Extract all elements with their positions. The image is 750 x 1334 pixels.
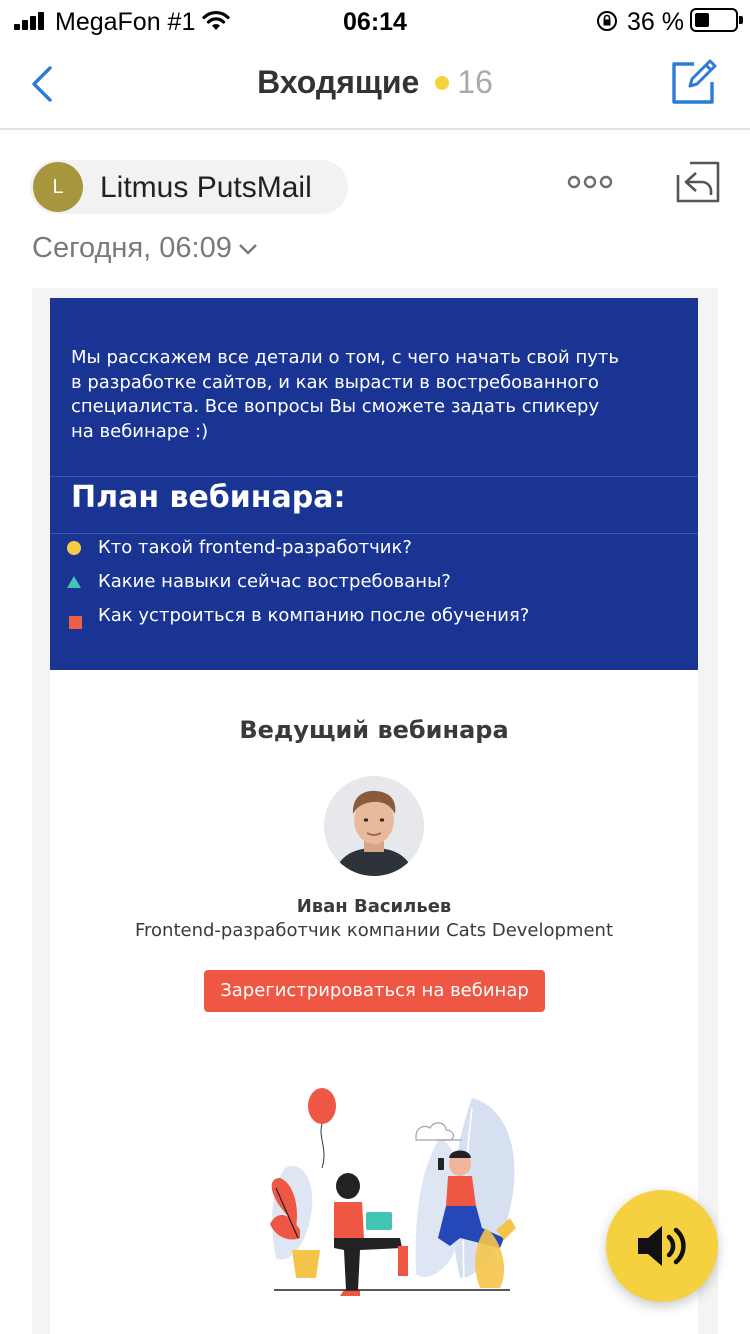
host-photo <box>324 776 424 876</box>
message-date[interactable]: Сегодня, 06:09 <box>32 232 258 265</box>
intro-line: специалиста. Все вопросы Вы сможете зада… <box>71 396 600 417</box>
teal-triangle-icon <box>67 576 81 588</box>
battery-icon <box>690 8 743 32</box>
red-square-icon <box>69 616 82 629</box>
sender-chip[interactable]: L Litmus PutsMail <box>30 160 348 214</box>
audio-button[interactable] <box>606 1190 718 1302</box>
sender-name: Litmus PutsMail <box>100 171 312 204</box>
plan-item-text: Какие навыки сейчас востребованы? <box>98 571 451 592</box>
list-item: Как устроиться в компанию после обучения… <box>67 604 687 638</box>
reply-icon[interactable] <box>674 157 722 205</box>
plan-title: План вебинара: <box>71 480 346 515</box>
plan-list: Кто такой frontend-разработчик? Какие на… <box>67 536 687 638</box>
yellow-circle-icon <box>67 541 81 555</box>
compose-icon[interactable] <box>670 58 718 106</box>
avatar: L <box>33 162 83 212</box>
divider <box>50 533 698 534</box>
intro-line: Мы расскажем все детали о том, с чего на… <box>71 347 619 368</box>
register-button[interactable]: Зарегистрироваться на вебинар <box>204 970 545 1012</box>
intro-text: Мы расскажем все детали о том, с чего на… <box>71 346 641 444</box>
unread-count: 16 <box>457 64 493 100</box>
rotation-lock-icon <box>597 11 617 31</box>
plan-item-text: Как устроиться в компанию после обучения… <box>98 605 530 626</box>
list-item: Кто такой frontend-разработчик? <box>67 536 687 570</box>
plan-item-text: Кто такой frontend-разработчик? <box>98 537 412 558</box>
webinar-info-block: Мы расскажем все детали о том, с чего на… <box>50 298 698 670</box>
divider <box>50 476 698 477</box>
status-bar: MegaFon #1 06:14 36 % <box>0 0 750 44</box>
nav-title-group: Входящие 16 <box>0 64 750 101</box>
intro-line: на вебинаре :) <box>71 420 209 442</box>
host-section-title: Ведущий вебинара <box>239 716 509 744</box>
speaker-icon <box>638 1226 686 1266</box>
webinar-illustration <box>270 1088 516 1296</box>
battery-percent: 36 % <box>627 8 684 36</box>
intro-line: в разработке сайтов, и как вырасти в вос… <box>71 371 599 393</box>
more-dots-icon[interactable] <box>566 170 614 194</box>
date-text: Сегодня, 06:09 <box>32 232 232 264</box>
email-body-frame: Мы расскажем все детали о том, с чего на… <box>32 288 718 1334</box>
email-content: Мы расскажем все детали о том, с чего на… <box>50 298 698 1334</box>
nav-bar: Входящие 16 <box>0 44 750 130</box>
host-role: Frontend-разработчик компании Cats Devel… <box>134 920 614 941</box>
chevron-down-icon <box>238 244 257 256</box>
battery-fill <box>695 13 709 27</box>
host-name: Иван Васильев <box>296 896 452 917</box>
list-item: Какие навыки сейчас востребованы? <box>67 570 687 604</box>
page-title: Входящие <box>257 64 420 100</box>
unread-dot-icon <box>435 75 450 90</box>
